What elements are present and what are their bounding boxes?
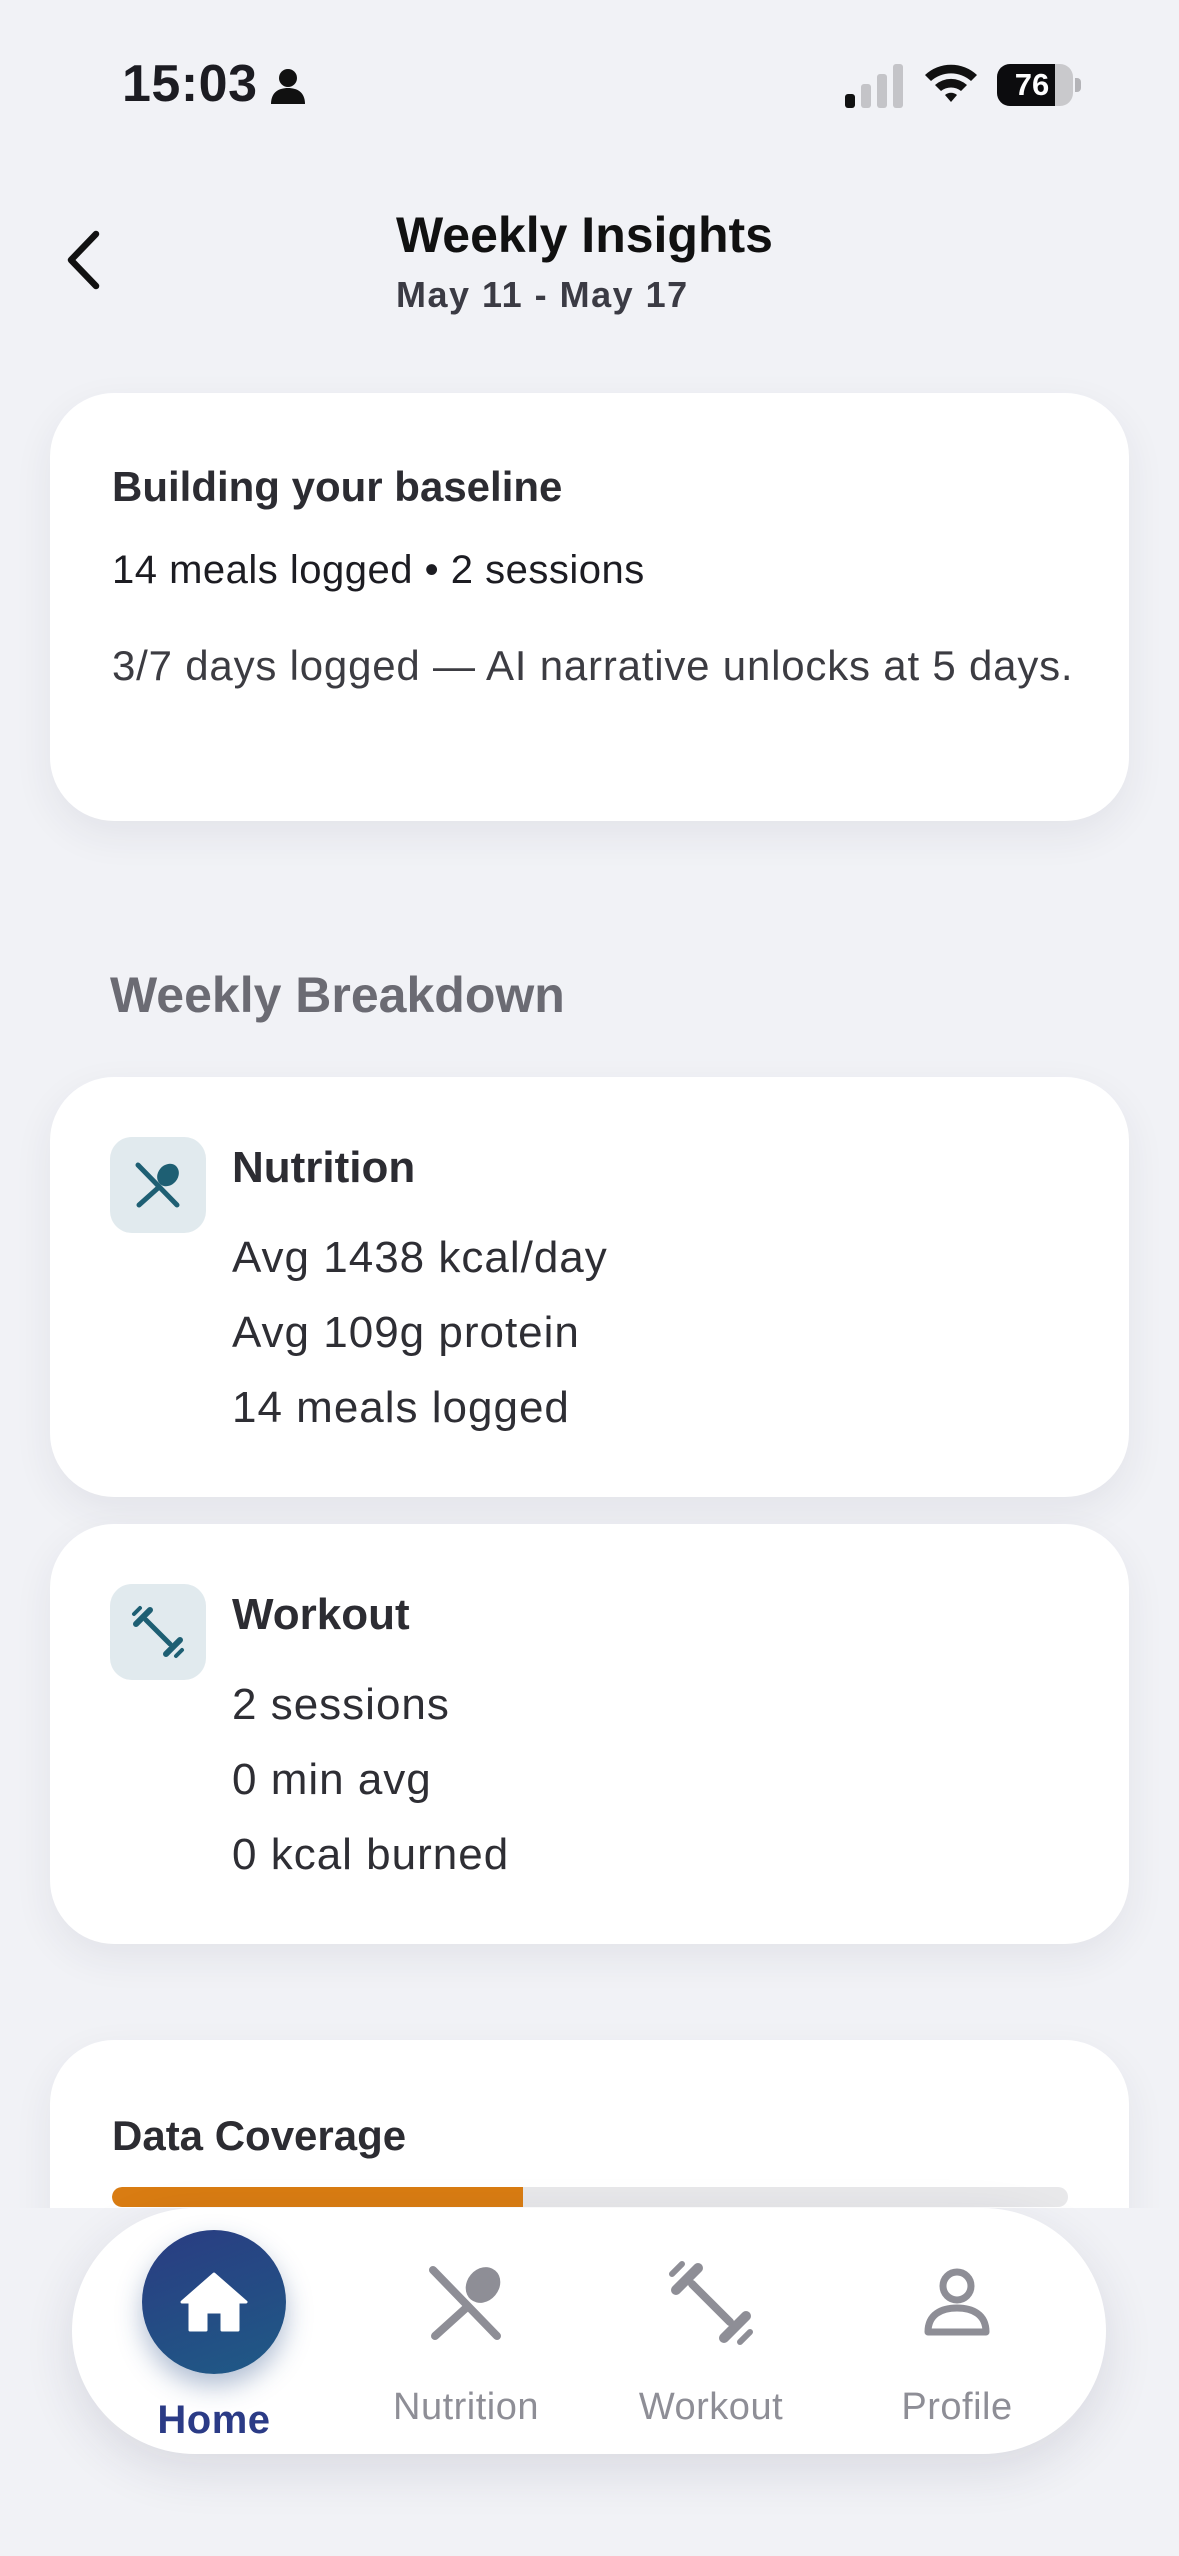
cellular-signal-icon [845, 64, 903, 108]
tab-workout[interactable]: Workout [596, 2208, 826, 2454]
chevron-left-icon [67, 230, 100, 290]
nutrition-stat-protein: Avg 109g protein [232, 1308, 580, 1357]
workout-stat-sessions: 2 sessions [232, 1680, 450, 1729]
nutrition-card[interactable]: Nutrition Avg 1438 kcal/day Avg 109g pro… [50, 1077, 1129, 1497]
workout-title: Workout [232, 1590, 410, 1639]
baseline-title: Building your baseline [112, 463, 563, 510]
tab-profile-label: Profile [901, 2386, 1013, 2428]
dumbbell-icon [132, 1606, 184, 1658]
tab-nutrition-label: Nutrition [393, 2386, 539, 2428]
wifi-icon [925, 64, 977, 102]
battery-indicator: 76 [997, 64, 1081, 106]
workout-stats: 2 sessions 0 min avg 0 kcal burned [232, 1667, 509, 1892]
data-coverage-progress-fill [112, 2187, 524, 2207]
page-title: Weekly Insights [396, 207, 773, 263]
baseline-summary: 14 meals logged • 2 sessions [112, 548, 645, 592]
workout-icon-badge [110, 1584, 206, 1680]
nutrition-icon-badge [110, 1137, 206, 1233]
status-bar: 15:03 76 [0, 0, 1179, 170]
battery-body: 76 [997, 64, 1073, 106]
tab-home[interactable]: Home [99, 2208, 329, 2454]
battery-percentage: 76 [1014, 67, 1050, 102]
nutrition-stat-calories: Avg 1438 kcal/day [232, 1233, 608, 1282]
home-active-indicator [142, 2230, 286, 2374]
home-icon [180, 2272, 248, 2332]
baseline-card: Building your baseline 14 meals logged •… [50, 393, 1129, 821]
tab-profile[interactable]: Profile [842, 2208, 1072, 2454]
tab-workout-label: Workout [638, 2386, 784, 2428]
back-button[interactable] [50, 220, 116, 300]
workout-stat-calories: 0 kcal burned [232, 1830, 510, 1879]
fork-spoon-icon [429, 2266, 501, 2340]
workout-stat-duration: 0 min avg [232, 1755, 432, 1804]
person-icon [924, 2268, 990, 2336]
status-time: 15:03 [122, 55, 258, 113]
nutrition-stats: Avg 1438 kcal/day Avg 109g protein 14 me… [232, 1220, 608, 1445]
baseline-message: 3/7 days logged — AI narrative unlocks a… [112, 642, 1074, 689]
nutrition-stat-meals: 14 meals logged [232, 1383, 570, 1432]
tab-nutrition[interactable]: Nutrition [351, 2208, 581, 2454]
tab-bar: Home Nutrition Workout Profile [72, 2208, 1106, 2454]
nutrition-title: Nutrition [232, 1143, 416, 1192]
person-icon [271, 69, 305, 104]
fork-spoon-icon [135, 1162, 180, 1208]
dumbbell-icon [669, 2261, 753, 2345]
workout-card[interactable]: Workout 2 sessions 0 min avg 0 kcal burn… [50, 1524, 1129, 1944]
battery-cap [1075, 78, 1081, 92]
data-coverage-progress-bar [112, 2187, 1068, 2207]
tab-home-label: Home [157, 2398, 271, 2442]
section-title-weekly-breakdown: Weekly Breakdown [110, 967, 565, 1023]
data-coverage-title: Data Coverage [112, 2112, 407, 2159]
page-header: Weekly Insights May 11 - May 17 [0, 190, 1179, 330]
date-range: May 11 - May 17 [396, 274, 689, 315]
